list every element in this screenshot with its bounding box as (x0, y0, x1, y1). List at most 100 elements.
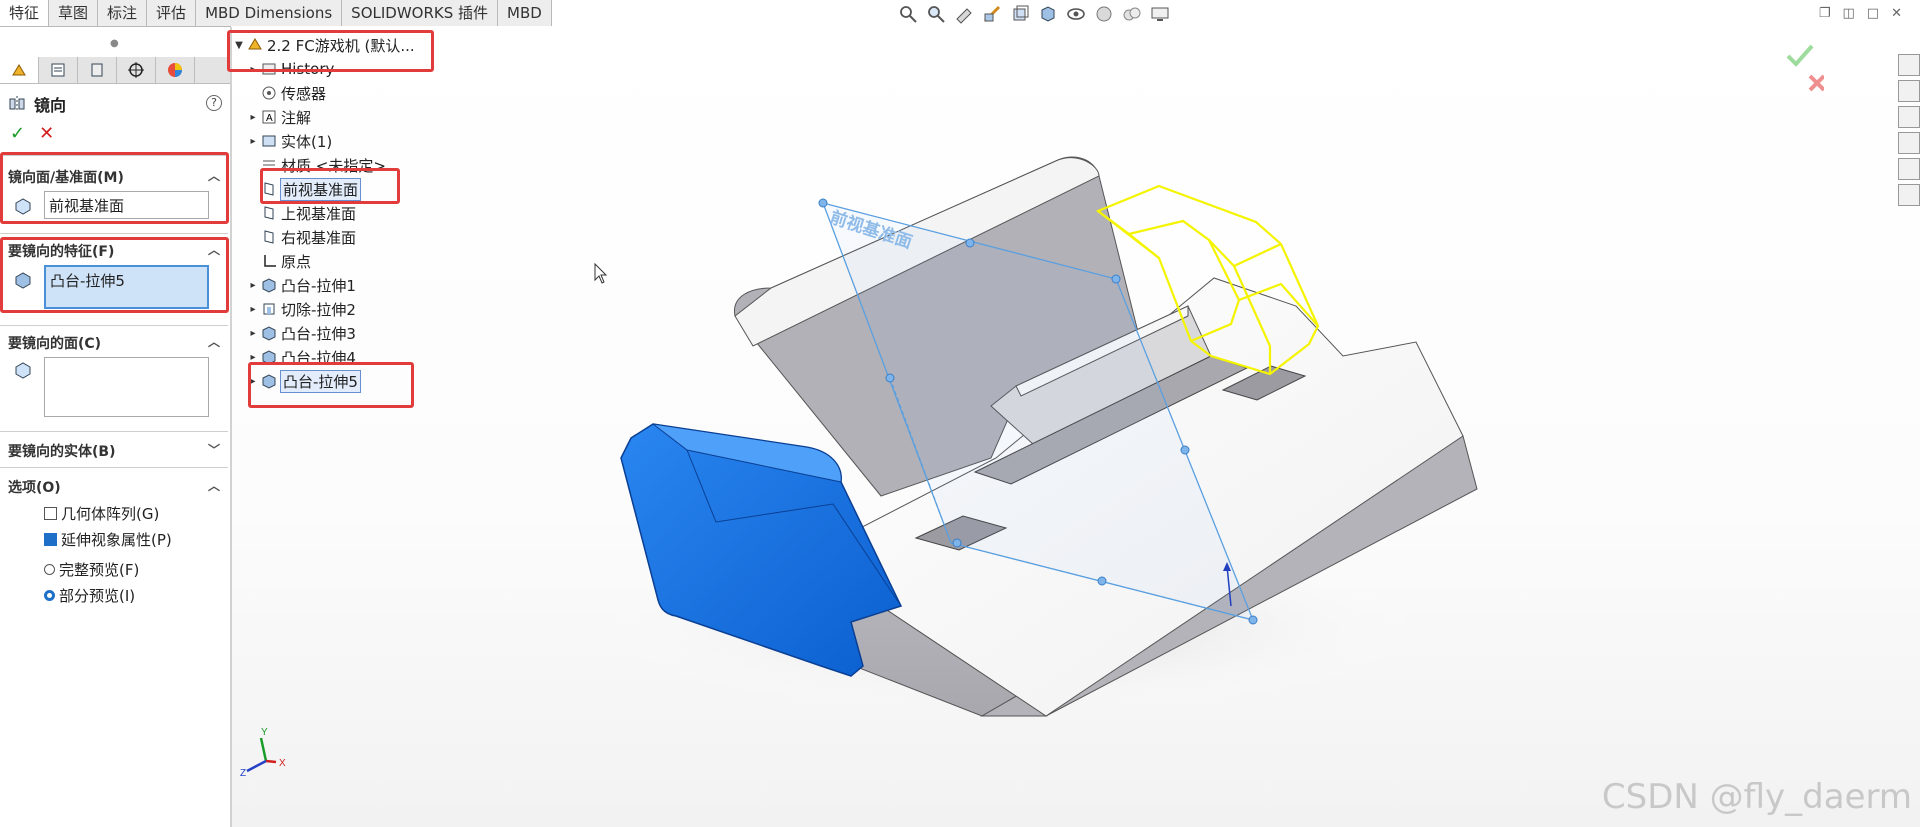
propagate-visual-checkbox[interactable] (44, 533, 57, 546)
ok-button[interactable]: ✓ (10, 123, 25, 144)
task-pane-tabs (1898, 54, 1920, 206)
full-preview-option[interactable]: 完整预览(F) (44, 559, 139, 580)
tree-item-origin[interactable]: 原点 (246, 250, 311, 272)
tree-item-cut2[interactable]: ▸ 切除-拉伸2 (246, 298, 355, 320)
feature-manager-tab[interactable] (0, 57, 39, 83)
restore-icon[interactable]: ❐ (1819, 6, 1831, 21)
expand-arrow-icon[interactable]: ▸ (246, 352, 260, 363)
plane-handle[interactable] (818, 198, 828, 208)
model-view: 前视基准面 Y X Z (240, 156, 1478, 779)
plane-handle[interactable] (1111, 274, 1121, 284)
zoom-to-area-icon[interactable] (926, 4, 946, 24)
face-selection-icon (15, 362, 31, 379)
bodies-to-mirror-label: 要镜向的实体(B) (8, 444, 116, 460)
expand-arrow-icon[interactable]: ▸ (246, 280, 260, 291)
plane-handle[interactable] (952, 538, 962, 548)
tree-item-label: 上视基准面 (281, 204, 357, 223)
tab-features[interactable]: 特征 (0, 0, 50, 26)
plane-handle[interactable] (1097, 576, 1107, 586)
window-controls: ❐ ◫ □ ✕ (1819, 6, 1902, 21)
view-orientation-icon[interactable] (1010, 4, 1030, 24)
display-style-icon[interactable] (1038, 4, 1058, 24)
options-group-header[interactable]: 选项(O) ︿ (8, 477, 222, 499)
tree-item-extrude3[interactable]: ▸ 凸台-拉伸3 (246, 322, 355, 344)
red-highlight-features (0, 237, 229, 313)
section-view-icon[interactable] (982, 4, 1002, 24)
view-settings-icon[interactable] (1150, 4, 1170, 24)
propagate-visual-label: 延伸视象属性(P) (61, 531, 172, 549)
confirm-check-icon (1786, 44, 1814, 67)
task-pane-view-palette-icon[interactable] (1898, 132, 1920, 154)
partial-preview-option[interactable]: 部分预览(I) (44, 585, 135, 606)
faces-group-header[interactable]: 要镜向的面(C) ︿ (8, 333, 222, 355)
partial-preview-radio[interactable] (44, 590, 55, 601)
panel-grip-icon[interactable]: ● (110, 38, 119, 49)
feature-manager-icon (12, 64, 26, 76)
cancel-button[interactable]: ✕ (39, 123, 54, 144)
triad-z-label: Z (240, 768, 246, 779)
geometry-pattern-option[interactable]: 几何体阵列(G) (44, 503, 159, 524)
faces-to-mirror-list[interactable] (44, 357, 209, 417)
expand-arrow-icon[interactable]: ▸ (246, 304, 260, 315)
tree-item-sensors[interactable]: 传感器 (246, 82, 326, 104)
tab-evaluate[interactable]: 评估 (147, 0, 197, 26)
collapse-chevron-icon[interactable]: ︿ (208, 333, 220, 350)
expand-arrow-icon[interactable]: ▸ (246, 328, 260, 339)
expand-arrow-icon[interactable]: ▸ (246, 136, 260, 147)
tree-item-solid-bodies[interactable]: ▸ 实体(1) (246, 130, 332, 152)
task-pane-home-icon[interactable] (1898, 54, 1920, 76)
triad-y-label: Y (261, 727, 268, 738)
plane-handle[interactable] (965, 238, 975, 248)
heads-up-toolbar (898, 4, 1170, 24)
solid-body-icon (260, 133, 278, 149)
geometry-pattern-checkbox[interactable] (44, 507, 57, 520)
ok-cancel-row: ✓ ✕ (10, 123, 54, 144)
tile-icon[interactable]: ◫ (1843, 6, 1855, 21)
task-pane-appearances-icon[interactable] (1898, 158, 1920, 180)
tab-solidworks-addins[interactable]: SOLIDWORKS 插件 (342, 0, 499, 26)
maximize-icon[interactable]: □ (1867, 6, 1879, 21)
full-preview-radio[interactable] (44, 564, 55, 575)
expand-arrow-icon[interactable]: ▸ (246, 112, 260, 123)
apply-scene-icon[interactable] (1122, 4, 1142, 24)
property-manager-tab[interactable] (39, 57, 78, 83)
dimxpert-manager-tab[interactable] (117, 57, 156, 83)
plane-handle[interactable] (885, 373, 895, 383)
task-pane-design-library-icon[interactable] (1898, 80, 1920, 102)
command-manager-tabs: 特征 草图 标注 评估 MBD Dimensions SOLIDWORKS 插件… (0, 0, 552, 27)
geometry-pattern-label: 几何体阵列(G) (61, 505, 160, 523)
confirmation-corner[interactable] (1784, 36, 1824, 96)
tree-item-top-plane[interactable]: 上视基准面 (246, 202, 356, 224)
task-pane-file-explorer-icon[interactable] (1898, 106, 1920, 128)
graphics-area[interactable]: 前视基准面 Y X Z CSDN @fly_daerm (231, 26, 1920, 827)
expand-chevron-icon[interactable]: ﹀ (208, 441, 220, 458)
collapse-chevron-icon[interactable]: ︿ (208, 477, 220, 494)
edit-appearance-icon[interactable] (1094, 4, 1114, 24)
zoom-to-fit-icon[interactable] (898, 4, 918, 24)
tree-item-label: 凸台-拉伸1 (281, 276, 356, 295)
display-manager-tab[interactable] (156, 57, 195, 83)
task-pane-custom-properties-icon[interactable] (1898, 184, 1920, 206)
tree-item-annotations[interactable]: ▸ A 注解 (246, 106, 311, 128)
plane-handle[interactable] (1180, 445, 1190, 455)
tab-annotation[interactable]: 标注 (98, 0, 148, 26)
tree-item-label: 实体(1) (281, 132, 333, 151)
close-icon[interactable]: ✕ (1891, 6, 1902, 21)
help-icon[interactable]: ? (206, 95, 222, 111)
tab-mbd-dimensions[interactable]: MBD Dimensions (196, 0, 343, 26)
annotation-icon: A (260, 109, 278, 125)
bodies-group-header[interactable]: 要镜向的实体(B) ﹀ (8, 441, 222, 463)
hide-show-items-icon[interactable] (1066, 4, 1086, 24)
configuration-manager-icon (91, 63, 103, 77)
previous-view-icon[interactable] (954, 4, 974, 24)
configuration-manager-tab[interactable] (78, 57, 117, 83)
tree-item-extrude1[interactable]: ▸ 凸台-拉伸1 (246, 274, 356, 296)
plane-handle[interactable] (1248, 615, 1258, 625)
mirror-feature-icon (9, 96, 25, 112)
tree-item-right-plane[interactable]: 右视基准面 (246, 226, 356, 248)
tab-mbd[interactable]: MBD (498, 0, 552, 26)
propagate-visual-option[interactable]: 延伸视象属性(P) (44, 529, 172, 550)
tab-sketch[interactable]: 草图 (49, 0, 99, 26)
boss-extrude-icon (260, 277, 278, 293)
tree-item-label: 传感器 (281, 84, 327, 103)
